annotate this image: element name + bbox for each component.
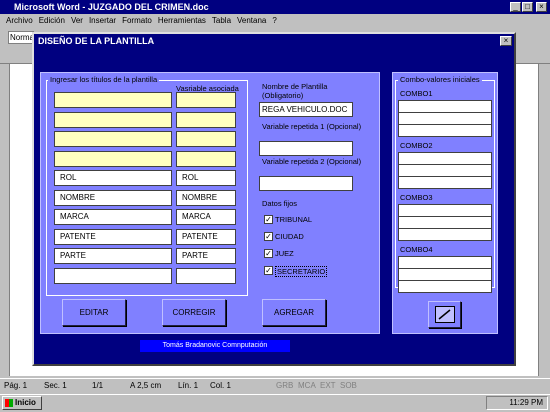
status-ext[interactable]: EXT	[320, 379, 336, 393]
start-button[interactable]: Inicio	[2, 396, 42, 410]
status-ovr[interactable]: SOB	[340, 379, 357, 393]
variable-input[interactable]: NOMBRE	[176, 189, 236, 206]
combo-values-list[interactable]	[398, 204, 492, 241]
combo-label: COMBO2	[400, 141, 433, 150]
combo-value-row[interactable]	[399, 165, 491, 177]
variable-input[interactable]: PATENTE	[176, 228, 236, 245]
repeat-var-1-input[interactable]	[259, 141, 353, 156]
status-position: A 2,5 cm	[130, 381, 162, 390]
status-bar: Pág. 1 Sec. 1 1/1 A 2,5 cm Lín. 1 Col. 1…	[0, 378, 550, 392]
credits-bar: Tomás Bradanovic Comnputación	[140, 340, 290, 352]
add-button[interactable]: AGREGAR	[262, 299, 326, 326]
variable-input[interactable]	[176, 267, 236, 284]
fixed-data-label: Datos fijos	[262, 199, 298, 208]
menu-item[interactable]: Archivo	[6, 16, 33, 25]
title-input[interactable]: NOMBRE	[54, 189, 172, 206]
correct-button[interactable]: CORREGIR	[162, 299, 226, 326]
title-input[interactable]: MARCA	[54, 209, 172, 225]
combo-value-row[interactable]	[399, 113, 491, 125]
dialog-close-button[interactable]: ×	[500, 36, 512, 46]
title-input[interactable]	[54, 92, 172, 108]
menu-bar: Archivo Edición Ver Insertar Formato Herramie…	[0, 14, 550, 28]
menu-item[interactable]: Herramientas	[158, 16, 206, 25]
menu-item[interactable]: Ventana	[237, 16, 266, 25]
combo-label: COMBO4	[400, 245, 433, 254]
repeat-var-1-label: Variable repetida 1 (Opcional)	[262, 122, 362, 131]
title-input[interactable]	[54, 150, 172, 167]
combo-label: COMBO3	[400, 193, 433, 202]
variable-input[interactable]: PARTE	[176, 248, 236, 264]
repeat-var-2-input[interactable]	[259, 176, 353, 191]
combo-label: COMBO1	[400, 89, 433, 98]
edit-pencil-icon	[435, 306, 455, 323]
fixed-data-label: SECRETARIO	[275, 266, 328, 277]
menu-item[interactable]: Formato	[122, 16, 152, 25]
fixed-data-checkbox[interactable]: ✓	[264, 232, 273, 241]
combo-values-list[interactable]	[398, 100, 492, 137]
menu-item[interactable]: Edición	[39, 16, 65, 25]
title-input[interactable]: PARTE	[54, 248, 172, 264]
maximize-button[interactable]: □	[522, 2, 533, 12]
combo-value-row[interactable]	[399, 269, 491, 281]
menu-item[interactable]: Insertar	[89, 16, 116, 25]
repeat-var-2-label: Variable repetida 2 (Opcional)	[262, 157, 362, 166]
combo-action-button[interactable]	[428, 301, 461, 328]
status-page: Pág. 1	[4, 381, 28, 390]
word-title-bar: Microsoft Word - JUZGADO DEL CRIMEN.doc	[0, 0, 550, 14]
template-name-label: Nombre de Plantilla (Obligatorio)	[262, 82, 328, 100]
fixed-data-checkbox[interactable]: ✓	[264, 215, 273, 224]
combo-value-row[interactable]	[399, 281, 491, 293]
fixed-data-checkbox[interactable]: ✓	[264, 266, 273, 275]
status-pages: 1/1	[92, 381, 104, 390]
minimize-button[interactable]: _	[510, 2, 521, 12]
variable-input[interactable]	[176, 131, 236, 147]
status-rec[interactable]: GRB	[276, 379, 293, 393]
fixed-data-checkbox[interactable]: ✓	[264, 249, 273, 258]
title-input[interactable]: ROL	[54, 170, 172, 186]
combo-values-list[interactable]	[398, 256, 492, 293]
variable-input[interactable]	[176, 92, 236, 108]
system-clock: 11:29 PM	[486, 396, 548, 410]
combo-value-row[interactable]	[399, 177, 491, 189]
status-rev[interactable]: MCA	[298, 379, 316, 393]
status-col: Col. 1	[210, 381, 231, 390]
combo-values-list[interactable]	[398, 152, 492, 189]
edit-button[interactable]: EDITAR	[62, 299, 126, 326]
variable-input[interactable]: ROL	[176, 170, 236, 186]
combo-value-row[interactable]	[399, 101, 491, 113]
vertical-ruler	[0, 64, 10, 376]
status-section: Sec. 1	[44, 381, 67, 390]
menu-item[interactable]: Tabla	[212, 16, 231, 25]
close-window-button[interactable]: ×	[536, 2, 547, 12]
title-input[interactable]	[54, 267, 172, 284]
combo-value-row[interactable]	[399, 229, 491, 241]
combo-value-row[interactable]	[399, 257, 491, 269]
dialog-title: DISEÑO DE LA PLANTILLA	[34, 34, 514, 48]
combo-value-row[interactable]	[399, 125, 491, 137]
style-select[interactable]: Normal	[8, 31, 34, 44]
menu-item[interactable]: ?	[272, 16, 276, 25]
titles-frame-label: Ingresar los títulos de la plantilla	[48, 75, 160, 84]
template-name-input[interactable]: REGA VEHICULO.DOC	[259, 102, 353, 117]
vertical-scrollbar[interactable]	[538, 64, 550, 376]
status-line: Lín. 1	[178, 381, 199, 390]
title-input[interactable]: PATENTE	[54, 228, 172, 245]
combo-value-row[interactable]	[399, 205, 491, 217]
menu-item[interactable]: Ver	[71, 16, 83, 25]
combo-value-row[interactable]	[399, 153, 491, 165]
variable-input[interactable]	[176, 150, 236, 167]
combo-value-row[interactable]	[399, 217, 491, 229]
fixed-data-label: JUEZ	[275, 249, 294, 258]
taskbar	[0, 394, 550, 412]
title-input[interactable]	[54, 111, 172, 128]
title-input[interactable]	[54, 131, 172, 147]
combo-frame-label: Combo-valores iniciales	[398, 75, 482, 84]
fixed-data-label: CIUDAD	[275, 232, 304, 241]
variable-input[interactable]: MARCA	[176, 209, 236, 225]
fixed-data-label: TRIBUNAL	[275, 215, 313, 224]
variable-input[interactable]	[176, 111, 236, 128]
